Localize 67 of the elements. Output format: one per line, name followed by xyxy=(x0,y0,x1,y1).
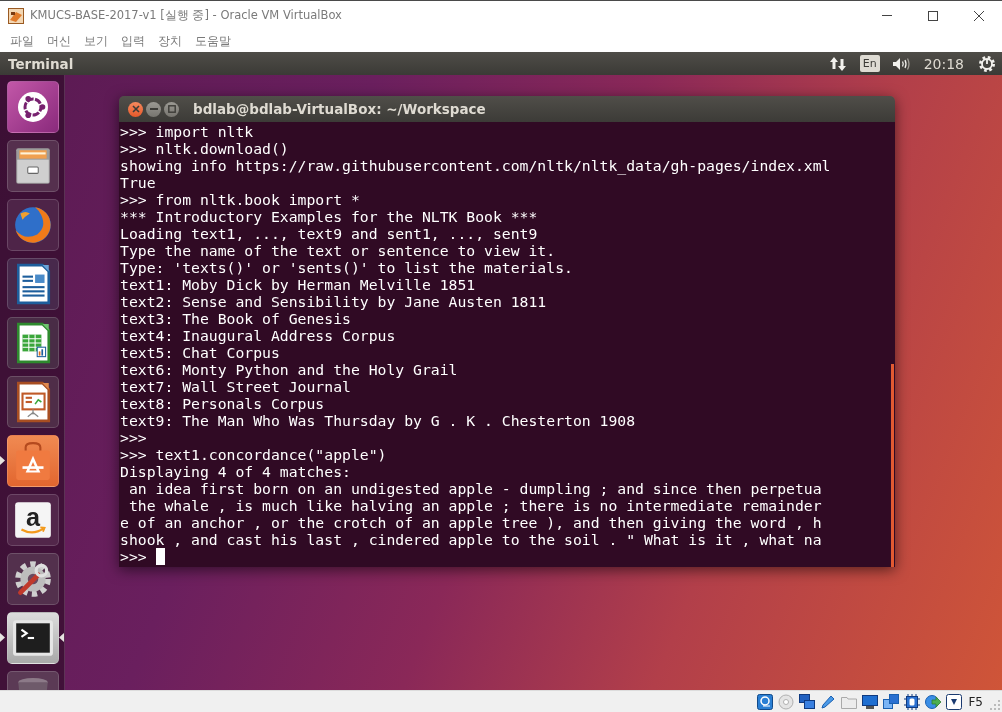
maximize-icon xyxy=(928,10,938,21)
terminal-line: text3: The Book of Genesis xyxy=(120,310,351,327)
close-icon xyxy=(974,10,984,21)
app-name-label: Terminal xyxy=(8,55,74,72)
terminal-line: text8: Personals Corpus xyxy=(120,395,325,412)
fox-globe-icon xyxy=(12,204,54,246)
scrollbar-thumb[interactable] xyxy=(891,364,894,567)
terminal-line: e of an anchor , or the crotch of an apple tree ), and then giving the word , h xyxy=(120,514,822,531)
minimize-button[interactable] xyxy=(146,101,161,117)
menu-item[interactable]: 도움말 xyxy=(189,31,237,51)
clock-label[interactable]: 20:18 xyxy=(923,55,964,72)
app-logo-icon xyxy=(8,7,24,24)
host-key-label: F5 xyxy=(968,694,983,709)
pen-icon[interactable] xyxy=(820,693,837,710)
terminal-line: text4: Inaugural Address Corpus xyxy=(120,327,396,344)
launcher-item[interactable] xyxy=(7,258,59,310)
terminal-line: >>> text1.concordance("apple") xyxy=(120,446,387,463)
monitor-icon[interactable] xyxy=(862,693,879,710)
terminal-line: True xyxy=(120,174,156,191)
terminal-line: an idea first born on an undigested apple - dumpling ; and since then perpetua xyxy=(127,480,822,497)
terminal-line: shook , and cast his last , cindered apple to the soil . " What is it , what na xyxy=(120,531,822,548)
terminal-line: >>> xyxy=(120,429,147,446)
terminal-line: the whale , is much like halving an apple ; there is no intermediate remainder xyxy=(127,497,822,514)
terminal-line: Loading text1, ..., text9 and sent1, ..., sent9 xyxy=(120,225,538,242)
terminal-line: text9: The Man Who Was Thursday by G . K . Chesterton 1908 xyxy=(120,412,636,429)
resize-grip-icon[interactable] xyxy=(990,699,1000,710)
launcher-item[interactable] xyxy=(7,140,59,192)
maximize-icon xyxy=(167,105,176,113)
close-button[interactable] xyxy=(128,101,143,117)
menu-item[interactable]: 장치 xyxy=(152,31,188,51)
up-down-arrows-icon[interactable] xyxy=(829,55,846,72)
launcher-item[interactable] xyxy=(7,317,59,369)
terminal-line: Type the name of the text or sentence to view it. xyxy=(120,242,556,259)
terminal-line: text7: Wall Street Journal xyxy=(120,378,351,395)
menu-item[interactable]: 보기 xyxy=(78,31,114,51)
gear-wrench-icon xyxy=(12,558,54,600)
power-gear-icon[interactable] xyxy=(978,54,996,73)
terminal-line: >>> from nltk.book import * xyxy=(120,191,360,208)
terminal-line: *** Introductory Examples for the NLTK Book *** xyxy=(120,208,538,225)
terminal-line: Type: 'texts()' or 'sents()' to list the materials. xyxy=(120,259,573,276)
terminal-line: text1: Moby Dick by Herman Melville 1851 xyxy=(120,276,476,293)
close-icon xyxy=(131,105,140,113)
launcher-item[interactable] xyxy=(7,553,59,605)
volume-icon[interactable] xyxy=(892,56,911,71)
terminal-line: showing info https://raw.githubusercontent.com/nltk/nltk_data/gh-pages/index.xml xyxy=(120,157,831,174)
keyboard-layout-indicator[interactable]: En xyxy=(859,55,880,72)
minimize-icon xyxy=(149,108,158,110)
terminal-line: text6: Monty Python and the Holy Grail xyxy=(120,361,458,378)
launcher-item[interactable] xyxy=(7,81,59,133)
terminal-line: Displaying 4 of 4 matches: xyxy=(120,463,351,480)
launcher-item[interactable] xyxy=(7,376,59,428)
terminal-line: >>> import nltk xyxy=(120,123,254,140)
terminal-line: text5: Chat Corpus xyxy=(120,344,280,361)
window-title: KMUCS-BASE-2017-v1 [실행 중] - Oracle VM VirtualBox xyxy=(30,8,342,23)
stacked-windows-icon[interactable] xyxy=(883,693,900,710)
menu-item[interactable]: 입력 xyxy=(115,31,151,51)
monitors-icon[interactable] xyxy=(799,693,816,710)
terminal-line: text2: Sense and Sensibility by Jane Austen 1811 xyxy=(120,293,547,310)
terminal-line: >>> xyxy=(120,548,147,565)
launcher-item[interactable] xyxy=(7,612,59,664)
terminal-title: bdlab@bdlab-VirtualBox: ~/Workspace xyxy=(193,101,486,117)
terminal-icon xyxy=(12,617,54,659)
menu-item[interactable]: 머신 xyxy=(41,31,77,51)
chip-icon[interactable] xyxy=(904,693,921,710)
menu-item[interactable]: 파일 xyxy=(4,31,40,51)
minimize-icon xyxy=(882,15,892,16)
terminal-line: >>> nltk.download() xyxy=(120,140,289,157)
